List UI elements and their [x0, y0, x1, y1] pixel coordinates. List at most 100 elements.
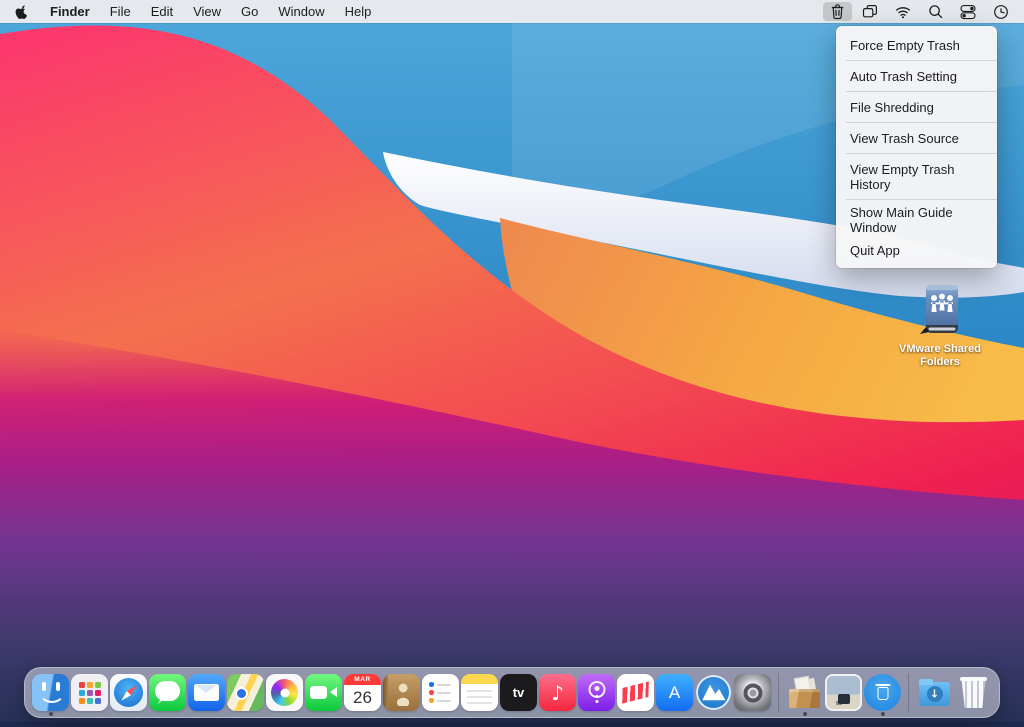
status-clock-icon[interactable]	[986, 2, 1016, 21]
podcasts-icon	[578, 674, 615, 711]
dock: MAR 26 tv ♪ A	[24, 667, 1000, 718]
menu-item-auto-trash-setting[interactable]: Auto Trash Setting	[836, 62, 997, 90]
dock-item-installer-box[interactable]	[785, 673, 824, 712]
desktop-icon-label: VMware Shared Folders	[899, 343, 981, 369]
dock-separator	[908, 673, 909, 713]
launchpad-icon	[71, 674, 108, 711]
safari-icon	[110, 674, 147, 711]
trash-cleaner-app-icon	[864, 674, 901, 711]
trash-icon	[830, 3, 845, 20]
app-store-icon: A	[656, 674, 693, 711]
dock-item-notes[interactable]	[460, 673, 499, 712]
folder-tab-graphic	[919, 679, 933, 685]
menu-item-quit-app[interactable]: Quit App	[836, 239, 997, 262]
dock-item-trash-cleaner[interactable]	[863, 673, 902, 712]
music-icon: ♪	[539, 674, 576, 711]
search-icon	[928, 4, 943, 19]
menu-separator	[846, 60, 997, 61]
trash-dropdown-menu: Force Empty Trash Auto Trash Setting Fil…	[836, 26, 997, 268]
menu-go[interactable]: Go	[231, 0, 268, 23]
menu-bar: Finder File Edit View Go Window Help	[0, 0, 1024, 23]
dock-item-news[interactable]	[616, 673, 655, 712]
running-indicator	[49, 712, 53, 716]
dock-item-trash[interactable]	[954, 673, 993, 712]
apple-icon	[14, 3, 29, 20]
download-arrow-icon: ↓	[930, 688, 939, 701]
dock-item-system-preferences[interactable]	[733, 673, 772, 712]
desktop-icon-label-line1: VMware Shared	[899, 343, 981, 356]
dock-item-contacts[interactable]	[382, 673, 421, 712]
maps-icon	[227, 674, 264, 711]
dock-item-calendar[interactable]: MAR 26	[343, 673, 382, 712]
menu-separator	[846, 153, 997, 154]
wifi-icon	[895, 4, 911, 19]
calendar-month: MAR	[344, 674, 381, 685]
menu-window[interactable]: Window	[268, 0, 334, 23]
menu-separator	[846, 122, 997, 123]
dock-item-appstore[interactable]: A	[655, 673, 694, 712]
status-windows-icon[interactable]	[855, 2, 885, 21]
image-document-icon	[825, 674, 862, 711]
mountain-circle-app-icon	[695, 674, 732, 711]
mail-icon	[188, 674, 225, 711]
status-trash-icon[interactable]	[823, 2, 852, 21]
menu-item-file-shredding[interactable]: File Shredding	[836, 93, 997, 121]
dock-item-mail[interactable]	[187, 673, 226, 712]
dock-item-image-document[interactable]	[824, 673, 863, 712]
menu-item-view-trash-source[interactable]: View Trash Source	[836, 124, 997, 152]
dock-item-reminders[interactable]	[421, 673, 460, 712]
clock-icon	[993, 4, 1009, 20]
menu-file[interactable]: File	[100, 0, 141, 23]
menu-edit[interactable]: Edit	[141, 0, 183, 23]
facetime-icon	[305, 674, 342, 711]
menu-item-force-empty-trash[interactable]: Force Empty Trash	[836, 31, 997, 59]
menu-separator	[846, 91, 997, 92]
notes-icon	[461, 674, 498, 711]
system-preferences-icon	[734, 674, 771, 711]
reminders-icon	[422, 674, 459, 711]
menu-bar-status-area	[820, 0, 1024, 23]
status-search-icon[interactable]	[921, 2, 950, 21]
dock-item-downloads[interactable]: ↓	[915, 673, 954, 712]
dock-item-messages[interactable]	[148, 673, 187, 712]
trash-lid-graphic	[875, 684, 890, 686]
news-icon	[617, 674, 654, 711]
control-center-icon	[960, 4, 976, 20]
shared-folders-book-icon	[912, 283, 968, 341]
photos-icon	[266, 674, 303, 711]
messages-icon	[149, 674, 186, 711]
trash-can-icon	[955, 674, 992, 711]
installer-box-icon	[786, 674, 823, 711]
vmware-shared-folders-icon[interactable]: VMware Shared Folders	[885, 283, 995, 369]
dock-item-maps[interactable]	[226, 673, 265, 712]
dock-item-facetime[interactable]	[304, 673, 343, 712]
downloads-folder-icon: ↓	[916, 674, 953, 711]
tv-icon: tv	[500, 674, 537, 711]
menu-item-view-empty-trash-history[interactable]: View Empty Trash History	[836, 155, 997, 198]
menu-separator	[846, 199, 997, 200]
status-control-center-icon[interactable]	[953, 2, 983, 21]
menu-bar-left: Finder File Edit View Go Window Help	[0, 0, 381, 23]
calendar-icon: MAR 26	[344, 674, 381, 711]
dock-item-tv[interactable]: tv	[499, 673, 538, 712]
apple-menu[interactable]	[0, 0, 40, 23]
contacts-icon	[383, 674, 420, 711]
dock-item-safari[interactable]	[109, 673, 148, 712]
windows-icon	[862, 4, 878, 19]
menu-app-name[interactable]: Finder	[40, 0, 100, 23]
dock-item-launchpad[interactable]	[70, 673, 109, 712]
dock-item-finder[interactable]	[31, 673, 70, 712]
dock-item-music[interactable]: ♪	[538, 673, 577, 712]
status-wifi-icon[interactable]	[888, 2, 918, 21]
finder-icon	[32, 674, 69, 711]
running-indicator	[803, 712, 807, 716]
calendar-day: 26	[344, 685, 381, 711]
menu-item-show-main-guide-window[interactable]: Show Main Guide Window	[836, 201, 997, 239]
dock-item-photos[interactable]	[265, 673, 304, 712]
running-indicator	[881, 712, 885, 716]
menu-help[interactable]: Help	[335, 0, 382, 23]
dock-item-podcasts[interactable]	[577, 673, 616, 712]
menu-view[interactable]: View	[183, 0, 231, 23]
dock-separator	[778, 673, 779, 713]
dock-item-cleaner-app[interactable]	[694, 673, 733, 712]
